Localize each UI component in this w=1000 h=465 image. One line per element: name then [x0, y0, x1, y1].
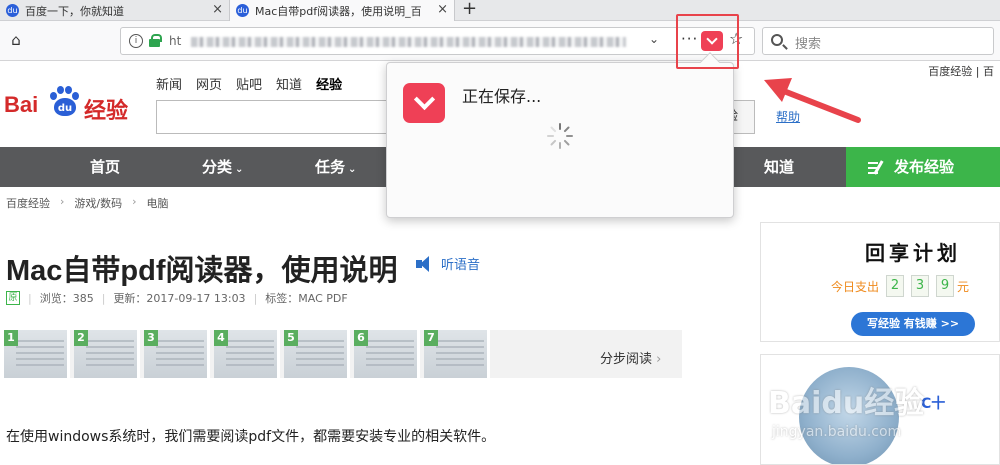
- pocket-icon: [403, 83, 445, 123]
- today-spend: 今日支出 2 3 9 元: [831, 275, 969, 297]
- step-thumbnail[interactable]: 2: [74, 330, 140, 378]
- logo-text-bai: Bai: [4, 92, 39, 117]
- step-thumbnail[interactable]: 3: [144, 330, 210, 378]
- article-intro: 在使用windows系统时，我们需要阅读pdf文件，都需要安装专业的相关软件。: [6, 429, 496, 445]
- tab-baidu-home[interactable]: du 百度一下，你就知道 ×: [0, 0, 230, 21]
- baidu-paw-icon: du: [50, 86, 79, 116]
- chevron-down-icon: ⌄: [348, 164, 357, 175]
- listen-audio-button[interactable]: 听语音: [416, 254, 480, 273]
- breadcrumb-item[interactable]: 百度经验: [6, 195, 50, 211]
- search-icon: [771, 34, 783, 46]
- step-thumbnails: 1 2 3 4 5 6 7: [4, 330, 682, 378]
- url-bar[interactable]: i ht ⌄ ··· ☆: [120, 27, 755, 55]
- avatar[interactable]: [799, 367, 899, 464]
- ad-title: 回享计划: [865, 241, 961, 265]
- browser-toolbar: ⌂ i ht ⌄ ··· ☆ 搜索: [0, 21, 1000, 61]
- original-badge: 原: [6, 291, 20, 305]
- new-tab-button[interactable]: +: [462, 0, 477, 19]
- reward-plan-ad[interactable]: 回享计划 今日支出 2 3 9 元 写经验 有钱赚 >>: [760, 222, 1000, 342]
- baidu-jingyan-logo[interactable]: Bai du 经验: [4, 84, 144, 124]
- article-tags[interactable]: 标签：MAC PDF: [265, 290, 347, 306]
- spend-digit: 9: [936, 275, 955, 297]
- baidu-paw-icon: du: [6, 4, 19, 17]
- site-search-input[interactable]: [156, 100, 386, 134]
- pocket-save-popup: 正在保存...: [386, 52, 734, 218]
- blurred-url: [191, 37, 626, 47]
- breadcrumb-item[interactable]: 游戏/数码: [74, 195, 122, 211]
- author-badge: C十: [921, 396, 946, 412]
- article-meta: 原 | 浏览：385 | 更新：2017-09-17 13:03 | 标签：MA…: [6, 290, 348, 306]
- edit-icon: [868, 160, 884, 174]
- browser-search-input[interactable]: 搜索: [762, 27, 994, 55]
- top-nav-web[interactable]: 网页: [196, 74, 222, 93]
- top-nav-news[interactable]: 新闻: [156, 74, 182, 93]
- article-title: Mac自带pdf阅读器，使用说明: [6, 255, 398, 287]
- chevron-down-icon: ⌄: [235, 164, 244, 175]
- spend-digit: 3: [911, 275, 930, 297]
- home-icon[interactable]: ⌂: [6, 31, 26, 51]
- step-thumbnail[interactable]: 4: [214, 330, 280, 378]
- search-placeholder: 搜索: [795, 37, 822, 52]
- step-thumbnail[interactable]: 1: [4, 330, 70, 378]
- chevron-down-icon[interactable]: ⌄: [649, 32, 659, 46]
- update-time: 更新：2017-09-17 13:03: [113, 292, 246, 305]
- saving-status: 正在保存...: [462, 87, 542, 106]
- top-links[interactable]: 百度经验 | 百: [928, 63, 994, 79]
- logo-text-du: du: [54, 98, 76, 116]
- logo-text-jingyan: 经验: [84, 99, 129, 124]
- info-icon[interactable]: i: [129, 34, 143, 48]
- lock-icon: [149, 34, 162, 47]
- top-nav-zhidao[interactable]: 知道: [276, 74, 302, 93]
- tab-close-icon[interactable]: ×: [212, 2, 223, 17]
- top-nav-jingyan[interactable]: 经验: [316, 74, 342, 93]
- step-read-link[interactable]: 分步阅读 ›: [600, 348, 661, 367]
- breadcrumb: 百度经验 › 游戏/数码 › 电脑: [6, 195, 169, 211]
- step-thumbnail[interactable]: 6: [354, 330, 420, 378]
- breadcrumb-item[interactable]: 电脑: [147, 195, 169, 211]
- publish-experience-button[interactable]: 发布经验: [846, 147, 1000, 187]
- spend-digit: 2: [886, 275, 905, 297]
- speaker-icon: [416, 255, 438, 273]
- main-nav-category[interactable]: 分类 ⌄: [202, 147, 243, 187]
- step-thumbnail[interactable]: 7: [424, 330, 490, 378]
- chevron-right-icon: ›: [132, 195, 137, 208]
- tab-article[interactable]: du Mac自带pdf阅读器，使用说明_百 ×: [230, 0, 455, 21]
- tab-title: Mac自带pdf阅读器，使用说明_百: [255, 4, 422, 18]
- main-nav-zhidao[interactable]: 知道: [764, 147, 794, 187]
- chevron-right-icon: ›: [60, 195, 65, 208]
- spinner-icon: [547, 123, 573, 149]
- view-count: 浏览：385: [39, 292, 94, 305]
- main-nav-home[interactable]: 首页: [90, 147, 120, 187]
- write-experience-button[interactable]: 写经验 有钱赚 >>: [851, 312, 975, 336]
- tab-title: 百度一下，你就知道: [25, 4, 124, 18]
- tab-strip: du 百度一下，你就知道 × du Mac自带pdf阅读器，使用说明_百 × +: [0, 0, 1000, 21]
- top-nav-tieba[interactable]: 贴吧: [236, 74, 262, 93]
- url-text: ht: [169, 34, 182, 48]
- chevron-right-icon: ›: [656, 352, 662, 367]
- author-card: C十: [760, 354, 1000, 465]
- annotation-highlight-box: [676, 14, 739, 69]
- top-nav: 新闻 网页 贴吧 知道 经验: [156, 74, 342, 93]
- baidu-paw-icon: du: [236, 4, 249, 17]
- main-nav-tasks[interactable]: 任务 ⌄: [315, 147, 356, 187]
- annotation-arrow: [764, 78, 861, 123]
- tab-close-icon[interactable]: ×: [437, 2, 448, 17]
- step-thumbnail[interactable]: 5: [284, 330, 350, 378]
